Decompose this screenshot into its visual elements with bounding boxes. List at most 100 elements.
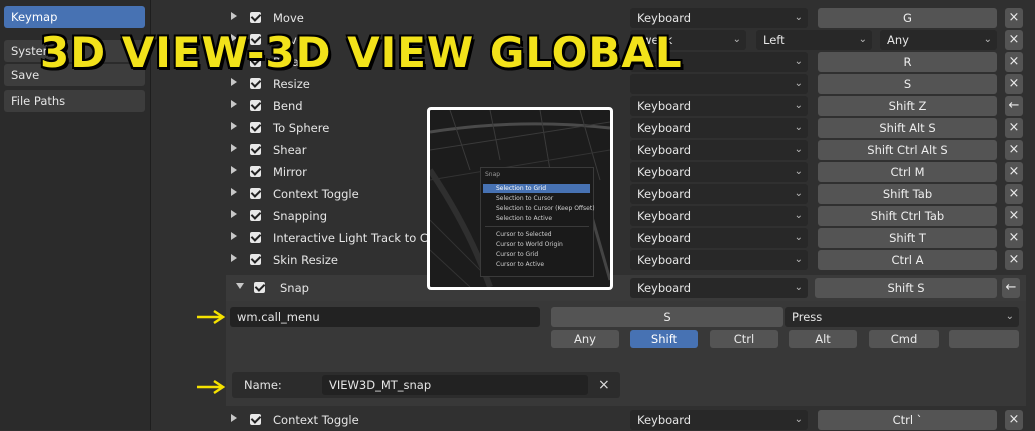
remove-item-button[interactable]: × xyxy=(1005,30,1023,50)
enable-checkbox[interactable] xyxy=(250,210,261,221)
device-dropdown[interactable]: ⌄ xyxy=(630,74,808,94)
restore-item-button[interactable]: ← xyxy=(1005,96,1023,116)
menu-title: Snap xyxy=(485,171,501,178)
key-button[interactable]: Shift T xyxy=(818,228,997,248)
device-dropdown[interactable]: Keyboard ⌄ xyxy=(630,96,808,116)
modifier-shift-toggle[interactable]: Shift xyxy=(630,330,698,348)
modifier-cmd-toggle[interactable]: Cmd xyxy=(869,330,939,348)
remove-item-button[interactable]: × xyxy=(1005,206,1023,226)
enable-checkbox[interactable] xyxy=(250,144,261,155)
modifier-ctrl-toggle[interactable]: Ctrl xyxy=(710,330,778,348)
restore-item-button[interactable]: ← xyxy=(1002,278,1020,298)
remove-item-button[interactable]: × xyxy=(1005,74,1023,94)
sidebar-item-file-paths[interactable]: File Paths xyxy=(4,90,145,112)
property-box: Name: VIEW3D_MT_snap × xyxy=(232,372,620,398)
key-button[interactable]: Shift Alt S xyxy=(818,118,997,138)
operator-id-field[interactable]: wm.call_menu xyxy=(230,307,540,327)
device-dropdown[interactable]: Keyboard ⌄ xyxy=(630,184,808,204)
key-button[interactable]: Ctrl ` xyxy=(818,410,997,430)
expand-triangle-icon[interactable] xyxy=(231,12,237,20)
chevron-down-icon: ⌄ xyxy=(1005,311,1014,322)
key-button[interactable]: G xyxy=(818,8,997,28)
remove-item-button[interactable]: × xyxy=(1005,410,1023,430)
remove-item-button[interactable]: × xyxy=(1005,140,1023,160)
menu-name-field[interactable]: VIEW3D_MT_snap xyxy=(322,375,588,395)
menu-item[interactable]: Selection to Grid xyxy=(483,184,590,193)
key-button[interactable]: Shift Tab xyxy=(818,184,997,204)
expand-triangle-icon[interactable] xyxy=(231,254,237,262)
key-button[interactable]: S xyxy=(818,74,997,94)
event-key-button[interactable]: S xyxy=(551,307,783,327)
device-dropdown[interactable]: Keyboard ⌄ xyxy=(630,228,808,248)
remove-item-button[interactable]: × xyxy=(1005,118,1023,138)
sidebar-item-keymap[interactable]: Keymap xyxy=(4,6,145,28)
remove-item-button[interactable]: × xyxy=(1005,250,1023,270)
device-dropdown[interactable]: Keyboard ⌄ xyxy=(630,206,808,226)
tweak-button-dropdown[interactable]: Left ⌄ xyxy=(756,30,872,50)
enable-checkbox[interactable] xyxy=(250,188,261,199)
remove-item-button[interactable]: × xyxy=(1005,162,1023,182)
expand-triangle-icon[interactable] xyxy=(231,188,237,196)
modifier-alt-toggle[interactable]: Alt xyxy=(789,330,857,348)
tweak-value-dropdown[interactable]: Any ⌄ xyxy=(880,30,997,50)
expand-triangle-icon[interactable] xyxy=(231,232,237,240)
enable-checkbox[interactable] xyxy=(250,166,261,177)
expand-triangle-icon[interactable] xyxy=(231,144,237,152)
device-dropdown[interactable]: Keyboard ⌄ xyxy=(630,118,808,138)
key-button[interactable]: Ctrl A xyxy=(818,250,997,270)
remove-item-button[interactable]: × xyxy=(1005,52,1023,72)
menu-item[interactable]: Selection to Active xyxy=(496,214,552,223)
menu-item[interactable]: Selection to Cursor xyxy=(496,194,553,203)
expand-triangle-icon[interactable] xyxy=(231,166,237,174)
clear-field-button[interactable]: × xyxy=(598,372,610,398)
keymap-item-name: Shear xyxy=(273,143,307,157)
event-type-dropdown[interactable]: Press ⌄ xyxy=(785,307,1019,327)
collapse-triangle-icon[interactable] xyxy=(236,283,244,289)
enable-checkbox[interactable] xyxy=(250,100,261,111)
keymap-item-name: Skin Resize xyxy=(273,253,338,267)
enable-checkbox[interactable] xyxy=(250,78,261,89)
expand-triangle-icon[interactable] xyxy=(231,100,237,108)
expand-triangle-icon[interactable] xyxy=(231,78,237,86)
expand-triangle-icon[interactable] xyxy=(231,210,237,218)
device-dropdown[interactable]: Keyboard ⌄ xyxy=(630,410,808,430)
menu-item[interactable]: Cursor to World Origin xyxy=(496,240,563,249)
menu-item[interactable]: Cursor to Active xyxy=(496,260,544,269)
key-button[interactable]: Ctrl M xyxy=(818,162,997,182)
device-dropdown[interactable]: Keyboard ⌄ xyxy=(630,162,808,182)
snap-menu-preview: Snap Selection to Grid Selection to Curs… xyxy=(427,107,613,290)
key-modifier-button[interactable] xyxy=(949,330,1019,348)
key-button[interactable]: R xyxy=(818,52,997,72)
device-dropdown[interactable]: Keyboard ⌄ xyxy=(630,8,808,28)
chevron-down-icon: ⌄ xyxy=(794,188,803,199)
menu-item[interactable]: Cursor to Selected xyxy=(496,230,552,239)
enable-checkbox[interactable] xyxy=(250,254,261,265)
key-button[interactable]: Shift Ctrl Tab xyxy=(818,206,997,226)
device-dropdown[interactable]: Keyboard ⌄ xyxy=(630,140,808,160)
key-button[interactable]: Shift S xyxy=(815,278,997,298)
key-button[interactable]: Shift Ctrl Alt S xyxy=(818,140,997,160)
remove-item-button[interactable]: × xyxy=(1005,8,1023,28)
expand-triangle-icon[interactable] xyxy=(231,414,237,422)
arrow-right-icon xyxy=(197,309,226,325)
device-dropdown[interactable]: Keyboard ⌄ xyxy=(630,250,808,270)
device-dropdown[interactable]: Keyboard ⌄ xyxy=(630,278,808,298)
modifier-any-toggle[interactable]: Any xyxy=(551,330,619,348)
enable-checkbox[interactable] xyxy=(250,232,261,243)
menu-item[interactable]: Cursor to Grid xyxy=(496,250,538,259)
chevron-down-icon: ⌄ xyxy=(794,100,803,111)
keymap-item-name: Context Toggle xyxy=(273,413,359,427)
key-button[interactable]: Shift Z xyxy=(818,96,997,116)
menu-item[interactable]: Selection to Cursor (Keep Offset) xyxy=(496,204,595,213)
arrow-right-icon xyxy=(197,379,226,395)
enable-checkbox[interactable] xyxy=(250,12,261,23)
remove-item-button[interactable]: × xyxy=(1005,228,1023,248)
snap-pie-menu: Snap Selection to Grid Selection to Curs… xyxy=(480,167,595,277)
enable-checkbox[interactable] xyxy=(250,122,261,133)
remove-item-button[interactable]: × xyxy=(1005,184,1023,204)
expand-triangle-icon[interactable] xyxy=(231,122,237,130)
keymap-item-name: Snapping xyxy=(273,209,328,223)
keymap-item-name: Context Toggle xyxy=(273,187,359,201)
enable-checkbox[interactable] xyxy=(254,282,265,293)
enable-checkbox[interactable] xyxy=(250,414,261,425)
